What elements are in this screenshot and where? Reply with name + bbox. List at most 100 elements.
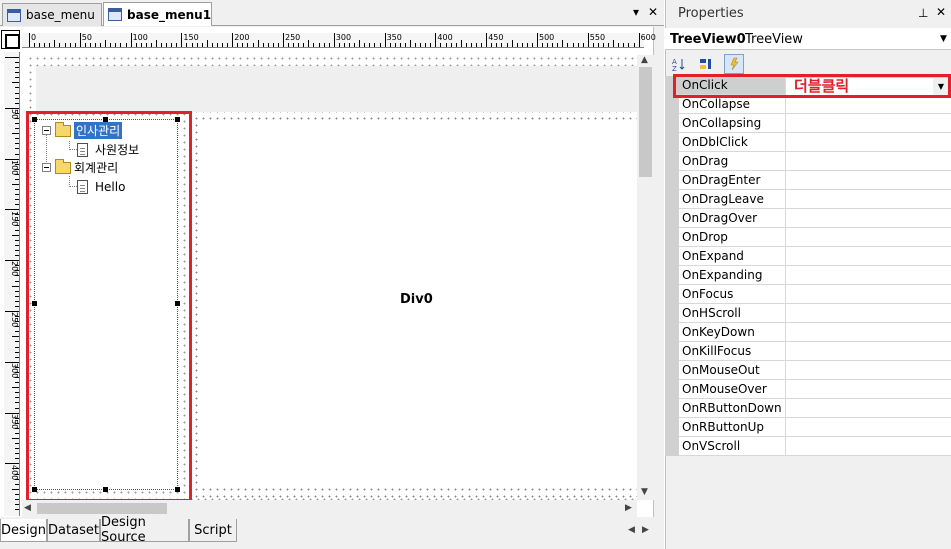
collapse-icon[interactable] — [42, 126, 51, 135]
event-value-cell[interactable] — [785, 133, 951, 152]
event-value-cell[interactable] — [785, 342, 951, 361]
ruler-tick — [15, 397, 19, 399]
event-value-cell[interactable] — [785, 323, 951, 342]
ruler-tick — [633, 43, 635, 47]
event-value-cell[interactable] — [785, 437, 951, 456]
resize-handle[interactable] — [175, 487, 180, 492]
tree-item-label: 회계관리 — [74, 161, 119, 175]
ruler-tick — [54, 40, 56, 47]
ruler-tick — [435, 33, 437, 47]
resize-handle[interactable] — [175, 301, 180, 306]
ruler-tick — [59, 43, 61, 47]
ruler-corner-icon[interactable] — [1, 30, 20, 49]
ruler-tick — [115, 43, 117, 47]
resize-handle[interactable] — [175, 117, 180, 122]
tab-list-dropdown-icon[interactable]: ▾ — [633, 5, 639, 19]
ruler-tick — [12, 234, 19, 236]
event-row-onkillfocus[interactable]: OnKillFocus — [679, 342, 951, 361]
vertical-scroll-thumb[interactable] — [639, 67, 652, 177]
ruler-tick — [34, 43, 36, 47]
ruler-tick — [196, 43, 198, 47]
close-icon[interactable]: ✕ — [936, 5, 946, 19]
event-row-onkeydown[interactable]: OnKeyDown — [679, 323, 951, 342]
event-value-cell[interactable] — [785, 399, 951, 418]
scroll-up-icon[interactable]: ▲ — [641, 55, 648, 65]
event-value-cell[interactable] — [785, 418, 951, 437]
event-row-onrbuttondown[interactable]: OnRButtonDown — [679, 399, 951, 418]
resize-handle[interactable] — [32, 487, 37, 492]
ruler-tick — [399, 43, 401, 47]
resize-handle[interactable] — [32, 117, 37, 122]
collapse-icon[interactable] — [42, 163, 51, 172]
resize-handle[interactable] — [103, 487, 108, 492]
document-icon — [77, 142, 88, 157]
ruler-tick — [15, 432, 19, 434]
event-row-onhscroll[interactable]: OnHScroll — [679, 304, 951, 323]
event-value-cell[interactable] — [785, 228, 951, 247]
tab-base-menu[interactable]: base_menu — [2, 3, 102, 26]
event-row-onexpanding[interactable]: OnExpanding — [679, 266, 951, 285]
tree-item-hr[interactable]: 인사관리 — [42, 121, 123, 139]
event-row-ondrop[interactable]: OnDrop — [679, 228, 951, 247]
event-value-cell[interactable] — [785, 152, 951, 171]
ruler-tick-label: 400 — [10, 464, 19, 480]
event-row-onexpand[interactable]: OnExpand — [679, 247, 951, 266]
event-name: OnCollapse — [682, 97, 751, 111]
event-row-ondragleave[interactable]: OnDragLeave — [679, 190, 951, 209]
tab-scroll-right-icon[interactable]: ▶ — [642, 525, 649, 535]
event-value-cell[interactable] — [785, 380, 951, 399]
tab-scroll-left-icon[interactable]: ◀ — [628, 525, 635, 535]
event-row-oncollapsing[interactable]: OnCollapsing — [679, 114, 951, 133]
ruler-tick — [364, 43, 366, 47]
event-value-cell[interactable] — [785, 285, 951, 304]
tab-design-source[interactable]: Design Source — [100, 515, 189, 545]
tree-connector — [69, 149, 77, 150]
tree-item-hello[interactable]: Hello — [77, 178, 125, 195]
chevron-down-icon[interactable]: ▼ — [940, 34, 947, 44]
tab-design[interactable]: Design — [0, 519, 47, 542]
tab-base-menu1[interactable]: base_menu1 * — [103, 2, 212, 26]
ruler-tick — [318, 43, 320, 47]
ruler-tick — [15, 87, 19, 89]
pin-icon[interactable]: ⊥ — [918, 6, 928, 20]
event-value-cell[interactable] — [785, 171, 951, 190]
horizontal-scroll-thumb[interactable] — [37, 503, 167, 514]
event-value-cell[interactable] — [785, 304, 951, 323]
event-row-ondblclick[interactable]: OnDblClick — [679, 133, 951, 152]
ruler-tick — [64, 43, 66, 47]
properties-title: Properties — [678, 6, 744, 21]
event-value-cell[interactable] — [785, 361, 951, 380]
resize-handle[interactable] — [32, 301, 37, 306]
event-row-ondrag[interactable]: OnDrag — [679, 152, 951, 171]
event-value-cell[interactable] — [785, 266, 951, 285]
event-row-ondragenter[interactable]: OnDragEnter — [679, 171, 951, 190]
ruler-tick — [186, 43, 188, 47]
close-icon[interactable]: ✕ — [648, 5, 658, 19]
event-value-cell[interactable] — [785, 114, 951, 133]
event-value-cell[interactable] — [785, 247, 951, 266]
ruler-tick — [465, 43, 467, 47]
event-value-cell[interactable] — [785, 190, 951, 209]
event-row-ondragover[interactable]: OnDragOver — [679, 209, 951, 228]
scroll-right-icon[interactable]: ▶ — [625, 503, 632, 513]
events-icon[interactable] — [724, 54, 744, 74]
folder-icon — [55, 121, 71, 137]
event-row-onmouseover[interactable]: OnMouseOver — [679, 380, 951, 399]
sort-alphabetical-icon[interactable]: AZ — [669, 54, 689, 74]
event-row-onmouseout[interactable]: OnMouseOut — [679, 361, 951, 380]
tab-script[interactable]: Script — [189, 519, 237, 542]
event-value-cell[interactable] — [785, 209, 951, 228]
event-row-onfocus[interactable]: OnFocus — [679, 285, 951, 304]
ruler-tick — [161, 43, 163, 47]
event-row-onvscroll[interactable]: OnVScroll — [679, 437, 951, 456]
categorized-icon[interactable] — [696, 54, 716, 74]
event-row-onrbuttonup[interactable]: OnRButtonUp — [679, 418, 951, 437]
ruler-tick — [176, 43, 178, 47]
tab-dataset[interactable]: Dataset — [47, 519, 100, 542]
scroll-down-icon[interactable]: ▼ — [641, 487, 648, 497]
resize-handle[interactable] — [103, 117, 108, 122]
scroll-left-icon[interactable]: ◀ — [24, 503, 31, 513]
tree-item-accounting[interactable]: 회계관리 — [42, 158, 119, 176]
tree-item-employee-info[interactable]: 사원정보 — [77, 141, 139, 158]
folder-icon — [55, 158, 71, 174]
